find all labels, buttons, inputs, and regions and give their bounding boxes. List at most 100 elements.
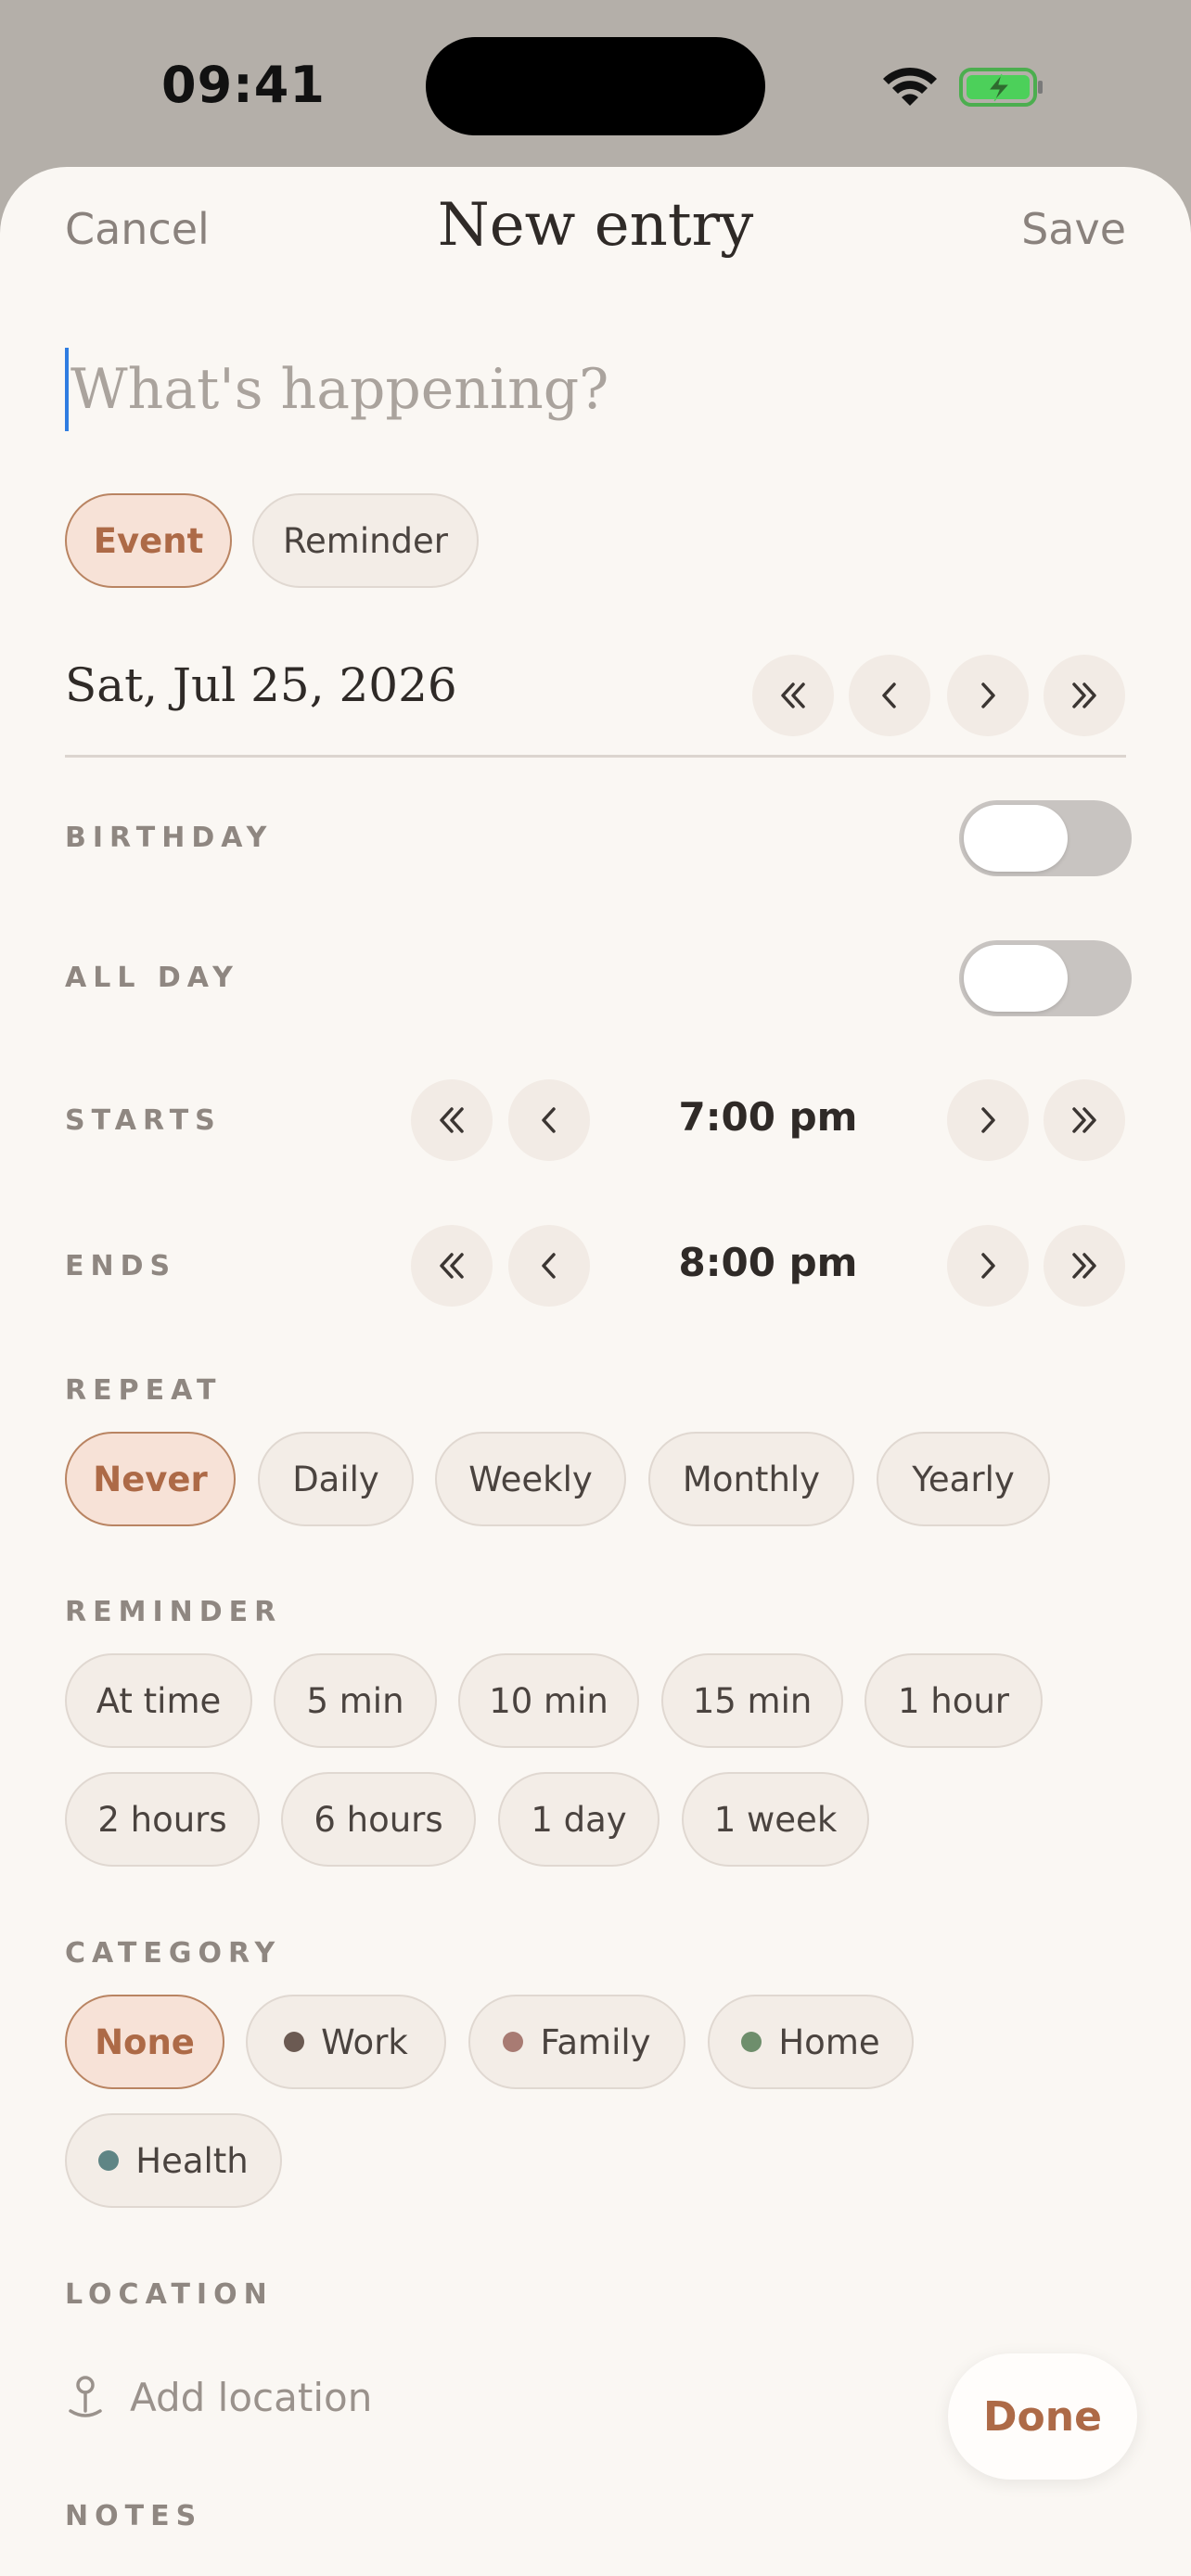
chip-label: Weekly	[468, 1459, 593, 1499]
date-back-day-button[interactable]	[849, 655, 930, 736]
health-color-dot	[98, 2150, 120, 2171]
toggle-knob	[964, 805, 1068, 872]
chip-label: Never	[93, 1459, 208, 1499]
repeat-chip-weekly[interactable]: Weekly	[435, 1432, 626, 1526]
birthday-toggle[interactable]	[959, 800, 1132, 876]
chip-label: 6 hours	[314, 1799, 443, 1840]
type-chip-reminder[interactable]: Reminder	[252, 493, 479, 588]
starts-label: STARTS	[65, 1104, 222, 1137]
category-chip-health[interactable]: Health	[65, 2113, 282, 2208]
wifi-icon	[883, 67, 937, 106]
reminder-chip-1-week[interactable]: 1 week	[682, 1772, 869, 1867]
starts-back-button[interactable]	[508, 1079, 590, 1161]
ends-back-hour-button[interactable]	[411, 1225, 493, 1307]
double-chevron-left-icon	[440, 1253, 464, 1279]
chip-label: 2 hours	[97, 1799, 227, 1840]
starts-time-value: 7:00 pm	[678, 1094, 858, 1140]
date-forward-day-button[interactable]	[947, 655, 1029, 736]
chevron-left-icon	[542, 1253, 556, 1279]
work-color-dot	[284, 2032, 305, 2052]
reminder-chip-10-min[interactable]: 10 min	[458, 1653, 639, 1748]
chip-label: 15 min	[692, 1680, 813, 1721]
birthday-label: BIRTHDAY	[65, 822, 274, 854]
dynamic-island	[426, 37, 765, 135]
chevron-right-icon	[981, 1253, 995, 1279]
chevron-right-icon	[981, 682, 995, 708]
chip-label: 5 min	[306, 1680, 404, 1721]
chip-label: Reminder	[282, 520, 449, 561]
reminder-chip-5-min[interactable]: 5 min	[274, 1653, 437, 1748]
double-chevron-left-icon	[781, 682, 805, 708]
date-back-month-button[interactable]	[752, 655, 834, 736]
add-location-text: Add location	[130, 2374, 373, 2420]
chip-label: Family	[540, 2021, 651, 2062]
date-forward-month-button[interactable]	[1044, 655, 1125, 736]
chevron-left-icon	[882, 682, 896, 708]
location-pin-icon	[69, 2376, 102, 2417]
all-day-label: ALL DAY	[65, 962, 239, 994]
battery-charging-icon	[959, 68, 1043, 107]
repeat-chip-never[interactable]: Never	[65, 1432, 236, 1526]
status-time: 09:41	[161, 56, 326, 114]
double-chevron-left-icon	[440, 1107, 464, 1133]
toggle-knob	[964, 945, 1068, 1012]
repeat-label: REPEAT	[65, 1374, 223, 1407]
add-location-row[interactable]: Add location	[65, 2374, 372, 2420]
reminder-chip-6-hours[interactable]: 6 hours	[281, 1772, 476, 1867]
ends-time-value: 8:00 pm	[678, 1240, 858, 1285]
starts-forward-hour-button[interactable]	[1044, 1079, 1125, 1161]
repeat-chip-daily[interactable]: Daily	[258, 1432, 414, 1526]
ends-forward-button[interactable]	[947, 1225, 1029, 1307]
category-chip-home[interactable]: Home	[708, 1995, 914, 2089]
reminder-label: REMINDER	[65, 1596, 283, 1628]
page-title: New entry	[437, 191, 754, 260]
chip-label: Health	[135, 2140, 249, 2181]
reminder-chip-1-hour[interactable]: 1 hour	[864, 1653, 1043, 1748]
chip-label: Yearly	[912, 1459, 1015, 1499]
chevron-left-icon	[542, 1107, 556, 1133]
type-chip-event[interactable]: Event	[65, 493, 232, 588]
starts-back-hour-button[interactable]	[411, 1079, 493, 1161]
double-chevron-right-icon	[1072, 1253, 1096, 1279]
category-chip-family[interactable]: Family	[468, 1995, 685, 2089]
ends-label: ENDS	[65, 1250, 177, 1282]
reminder-chip-15-min[interactable]: 15 min	[661, 1653, 843, 1748]
category-chip-work[interactable]: Work	[246, 1995, 446, 2089]
category-chip-none[interactable]: None	[65, 1995, 224, 2089]
chevron-right-icon	[981, 1107, 995, 1133]
chip-label: Work	[321, 2021, 408, 2062]
chip-label: Event	[93, 520, 204, 561]
reminder-chip-at-time[interactable]: At time	[65, 1653, 252, 1748]
reminder-chip-2-hours[interactable]: 2 hours	[65, 1772, 260, 1867]
date-divider	[65, 755, 1126, 758]
chip-label: None	[95, 2021, 195, 2062]
notes-label: NOTES	[65, 2500, 203, 2532]
done-button[interactable]: Done	[948, 2353, 1137, 2480]
chip-label: 10 min	[489, 1680, 608, 1721]
chip-label: Home	[778, 2021, 880, 2062]
category-label: CATEGORY	[65, 1937, 282, 1970]
family-color-dot	[503, 2032, 524, 2052]
chip-label: 1 day	[531, 1799, 627, 1840]
chip-label: 1 week	[713, 1799, 838, 1840]
ends-forward-hour-button[interactable]	[1044, 1225, 1125, 1307]
chip-label: Daily	[292, 1459, 379, 1499]
chip-label: Monthly	[682, 1459, 821, 1499]
entry-title-input[interactable]	[65, 348, 1126, 431]
starts-forward-button[interactable]	[947, 1079, 1029, 1161]
ends-back-button[interactable]	[508, 1225, 590, 1307]
chip-label: At time	[96, 1680, 222, 1721]
home-color-dot	[741, 2032, 762, 2052]
date-value: Sat, Jul 25, 2026	[65, 658, 457, 712]
double-chevron-right-icon	[1072, 1107, 1096, 1133]
repeat-chip-monthly[interactable]: Monthly	[648, 1432, 854, 1526]
all-day-toggle[interactable]	[959, 940, 1132, 1016]
status-bar: 09:41	[0, 0, 1191, 167]
double-chevron-right-icon	[1072, 682, 1096, 708]
location-label: LOCATION	[65, 2278, 274, 2311]
chip-label: 1 hour	[897, 1680, 1010, 1721]
reminder-chip-1-day[interactable]: 1 day	[498, 1772, 660, 1867]
repeat-chip-yearly[interactable]: Yearly	[877, 1432, 1050, 1526]
save-button[interactable]: Save	[1021, 204, 1126, 254]
new-entry-sheet: Cancel New entry Save Event Reminder Sat…	[0, 167, 1191, 2576]
